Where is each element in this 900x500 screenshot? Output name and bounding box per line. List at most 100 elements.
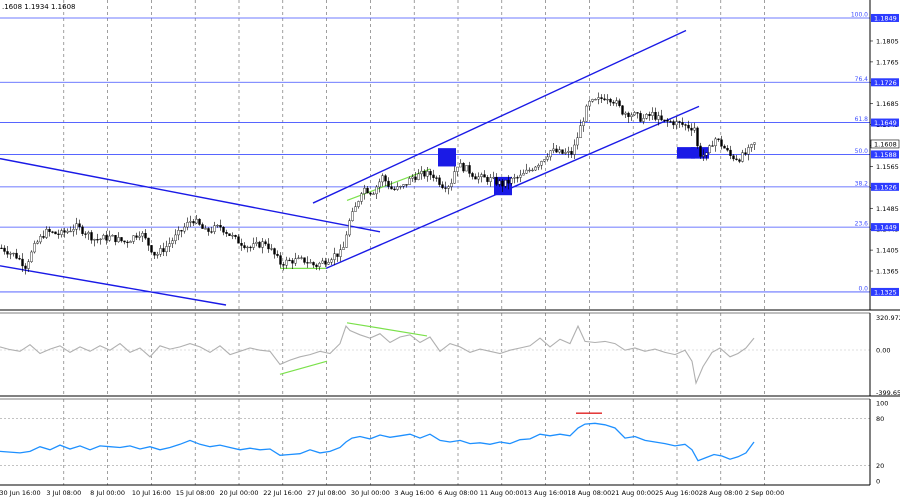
candle-body[interactable] [687,124,690,129]
candle-body[interactable] [591,99,594,102]
candle-body[interactable] [171,240,174,244]
candle-body[interactable] [162,248,165,253]
candle-body[interactable] [690,127,693,131]
candle-body[interactable] [615,100,618,104]
candle-body[interactable] [564,152,567,154]
candle-body[interactable] [177,230,180,236]
candle-body[interactable] [477,176,480,180]
candle-body[interactable] [387,180,390,187]
candle-body[interactable] [594,99,597,101]
candle-body[interactable] [63,230,66,233]
candle-body[interactable] [546,156,549,160]
candle-body[interactable] [558,149,561,153]
candle-body[interactable] [201,224,204,229]
candle-body[interactable] [744,152,747,155]
candle-body[interactable] [339,249,342,257]
candle-body[interactable] [549,150,552,158]
candle-body[interactable] [648,114,651,116]
candle-body[interactable] [81,226,84,234]
candle-body[interactable] [507,180,510,184]
candle-body[interactable] [702,155,705,157]
candle-body[interactable] [96,239,99,241]
candle-body[interactable] [336,253,339,257]
candle-body[interactable] [435,177,438,179]
chart-canvas[interactable]: 100.0 76.4 61.8 50.0 38.2 23.6 0.0 .1608 1.193… [0,0,900,500]
candle-body[interactable] [513,177,516,179]
candle-body[interactable] [393,188,396,190]
candle-body[interactable] [636,112,639,114]
candle-body[interactable] [372,193,375,195]
candle-body[interactable] [525,169,528,174]
candle-body[interactable] [42,236,45,238]
candle-body[interactable] [699,145,702,157]
candle-body[interactable] [33,243,36,253]
candle-body[interactable] [654,112,657,120]
candle-body[interactable] [66,230,69,233]
candle-body[interactable] [696,127,699,147]
candle-body[interactable] [144,232,147,239]
candle-body[interactable] [102,235,105,240]
candle-body[interactable] [24,265,27,269]
candle-body[interactable] [390,186,393,190]
candle-body[interactable] [561,149,564,154]
candle-body[interactable] [234,235,237,237]
candle-body[interactable] [531,169,534,172]
candle-body[interactable] [489,177,492,182]
candle-body[interactable] [39,236,42,243]
candle-body[interactable] [219,225,222,228]
candle-body[interactable] [258,241,261,248]
candle-body[interactable] [324,260,327,265]
candle-body[interactable] [123,240,126,243]
candle-body[interactable] [54,231,57,235]
candle-body[interactable] [621,105,624,115]
candle-body[interactable] [717,138,720,140]
candle-body[interactable] [450,182,453,187]
candle-body[interactable] [462,163,465,172]
candle-body[interactable] [321,260,324,264]
candle-body[interactable] [348,220,351,236]
candle-body[interactable] [225,232,228,234]
candle-body[interactable] [381,175,384,183]
candle-body[interactable] [189,221,192,223]
candle-body[interactable] [444,187,447,189]
trading-chart-window[interactable]: 100.0 76.4 61.8 50.0 38.2 23.6 0.0 .1608 1.193… [0,0,900,500]
candle-body[interactable] [108,235,111,241]
candle-body[interactable] [261,241,264,248]
candle-body[interactable] [270,248,273,250]
candle-body[interactable] [273,248,276,255]
candle-body[interactable] [729,149,732,156]
candle-body[interactable] [69,230,72,233]
candle-body[interactable] [645,114,648,119]
candle-body[interactable] [411,176,414,179]
candle-body[interactable] [300,257,303,259]
candle-body[interactable] [18,258,21,260]
candle-body[interactable] [99,238,102,241]
candle-body[interactable] [192,221,195,224]
candle-body[interactable] [708,145,711,154]
candle-body[interactable] [15,252,18,259]
candle-body[interactable] [456,166,459,172]
candle-body[interactable] [669,121,672,123]
candle-body[interactable] [153,251,156,256]
candle-body[interactable] [264,241,267,245]
candle-body[interactable] [318,262,321,267]
candle-body[interactable] [72,229,75,232]
candle-body[interactable] [459,163,462,168]
candle-body[interactable] [639,113,642,122]
candle-body[interactable] [522,172,525,176]
candle-body[interactable] [375,186,378,195]
candle-body[interactable] [465,165,468,172]
candle-body[interactable] [426,171,429,177]
candle-body[interactable] [114,235,117,243]
candle-body[interactable] [684,124,687,126]
candle-body[interactable] [612,101,615,104]
candle-body[interactable] [327,262,330,265]
candle-body[interactable] [45,228,48,238]
candle-body[interactable] [231,235,234,237]
candle-body[interactable] [495,177,498,185]
candle-body[interactable] [51,231,54,233]
candle-body[interactable] [720,139,723,147]
candle-body[interactable] [576,137,579,146]
candle-body[interactable] [693,127,696,131]
candle-body[interactable] [12,252,15,255]
